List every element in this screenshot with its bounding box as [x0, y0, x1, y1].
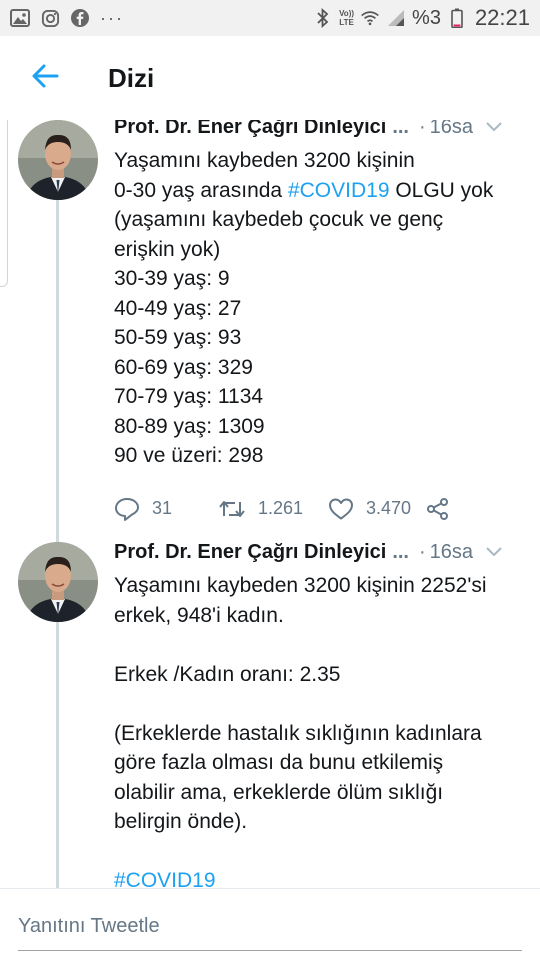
tweet-line [114, 630, 524, 660]
like-count: 3.470 [366, 498, 412, 518]
back-arrow-icon [31, 64, 59, 93]
status-bar-right: Vo)) LTE %3 22:21 [313, 5, 530, 31]
battery-icon [447, 8, 467, 28]
tweet-line: 50-59 yaş: 93 [114, 326, 242, 349]
tweet-line: erkek, 948'i kadın. [114, 603, 284, 627]
reply-count: 31 [152, 498, 173, 518]
tweet-line: 40-49 yaş: 27 [114, 296, 242, 320]
reply-icon [114, 497, 140, 521]
tweet-line: (yaşamını kaybedeb çocuk ve genç [114, 208, 444, 231]
tweet-body: Prof. Dr. Ener Çağrı Dinleyici ... · 16s… [114, 114, 524, 521]
tweet-line: Erkek /Kadın oranı: 2.35 [114, 662, 341, 686]
tweet-line: 60-69 yaş: 329 [114, 355, 253, 379]
instagram-icon [40, 8, 60, 28]
tweet-line: erişkin yok) [114, 237, 221, 261]
tweet-line [114, 837, 524, 867]
tweet-line: Yaşamını kaybeden 3200 kişinin [114, 149, 415, 172]
clock: 22:21 [474, 5, 530, 30]
tweet-time[interactable]: 16sa [430, 541, 473, 564]
page-title: Dizi [108, 62, 155, 93]
author-photo [18, 120, 98, 200]
back-button[interactable] [0, 36, 90, 120]
avatar[interactable] [18, 542, 98, 622]
tweet-line: 70-79 yaş: 1134 [114, 385, 264, 408]
more-notifications-indicator: ··· [100, 7, 124, 28]
separator-dot: · [418, 540, 426, 563]
retweet-button[interactable]: 1.261 [218, 498, 328, 520]
wifi-icon [360, 8, 380, 28]
tweet-actions: 31 1.261 3.470 [114, 497, 524, 521]
facebook-icon [70, 8, 90, 28]
tweet[interactable]: Prof. Dr. Ener Çağrı Dinleyici ... · 16s… [0, 116, 540, 540]
volte-top-label: Vo)) [339, 9, 355, 18]
chevron-down-icon[interactable] [485, 546, 503, 558]
author-photo [18, 542, 98, 622]
reply-button[interactable]: 31 [114, 497, 218, 521]
author-name[interactable]: Prof. Dr. Ener Çağrı Dinleyici [114, 541, 386, 564]
tweet-line: olabilir ama, erkeklerde ölüm sıklığı [114, 780, 444, 804]
chevron-down-icon[interactable] [485, 121, 503, 133]
tweet-line: Yaşamını kaybeden 3200 kişinin 2252'si [114, 574, 487, 597]
signal-icon [386, 8, 406, 28]
tweet-line: belirgin önde). [114, 810, 248, 833]
status-bar-left: ··· [10, 8, 124, 29]
tweet-line: 80-89 yaş: 1309 [114, 414, 265, 438]
tweet-line: göre fazla olması da bunu etkilemiş [114, 751, 444, 774]
avatar[interactable] [18, 120, 98, 200]
volte-bottom-label: LTE [339, 18, 354, 27]
tweet-text: Yaşamını kaybeden 3200 kişinin 2252'si e… [114, 571, 524, 896]
share-button[interactable] [426, 497, 450, 521]
app-header: Dizi [0, 36, 540, 120]
like-button[interactable]: 3.470 [328, 497, 426, 521]
tweet-line: 0-30 yaş arasında #COVID19 OLGU yok [114, 176, 524, 206]
heart-icon [328, 497, 354, 521]
status-bar: ··· Vo)) LTE %3 22:21 [0, 0, 540, 36]
image-icon [10, 8, 30, 28]
tweet-body: Prof. Dr. Ener Çağrı Dinleyici ... · 16s… [114, 539, 524, 896]
bluetooth-icon [313, 8, 333, 28]
tweet[interactable]: Prof. Dr. Ener Çağrı Dinleyici ... · 16s… [0, 541, 540, 892]
reply-bar [0, 888, 540, 960]
tweet-line [114, 689, 524, 719]
author-ellipsis: ... [392, 540, 409, 563]
left-edge-handle [0, 112, 8, 287]
tweet-text: Yaşamını kaybeden 3200 kişinin 0-30 yaş … [114, 146, 524, 471]
tweet-line-suffix: OLGU yok [389, 178, 494, 202]
battery-percent: %3 [412, 6, 441, 29]
retweet-icon [218, 498, 246, 520]
tweet-line: (Erkeklerde hastalık sıklığının kadınlar… [114, 721, 482, 745]
reply-input[interactable] [18, 903, 522, 951]
retweet-count: 1.261 [258, 498, 304, 518]
hashtag-link[interactable]: #COVID19 [288, 179, 390, 202]
tweet-header: Prof. Dr. Ener Çağrı Dinleyici ... · 16s… [114, 539, 524, 565]
tweet-line: 90 ve üzeri: 298 [114, 444, 264, 467]
share-icon [426, 497, 450, 521]
tweet-line-text: 0-30 yaş arasında [114, 178, 283, 202]
tweet-line: 30-39 yaş: 9 [114, 267, 230, 290]
volte-icon: Vo)) LTE [339, 9, 354, 27]
